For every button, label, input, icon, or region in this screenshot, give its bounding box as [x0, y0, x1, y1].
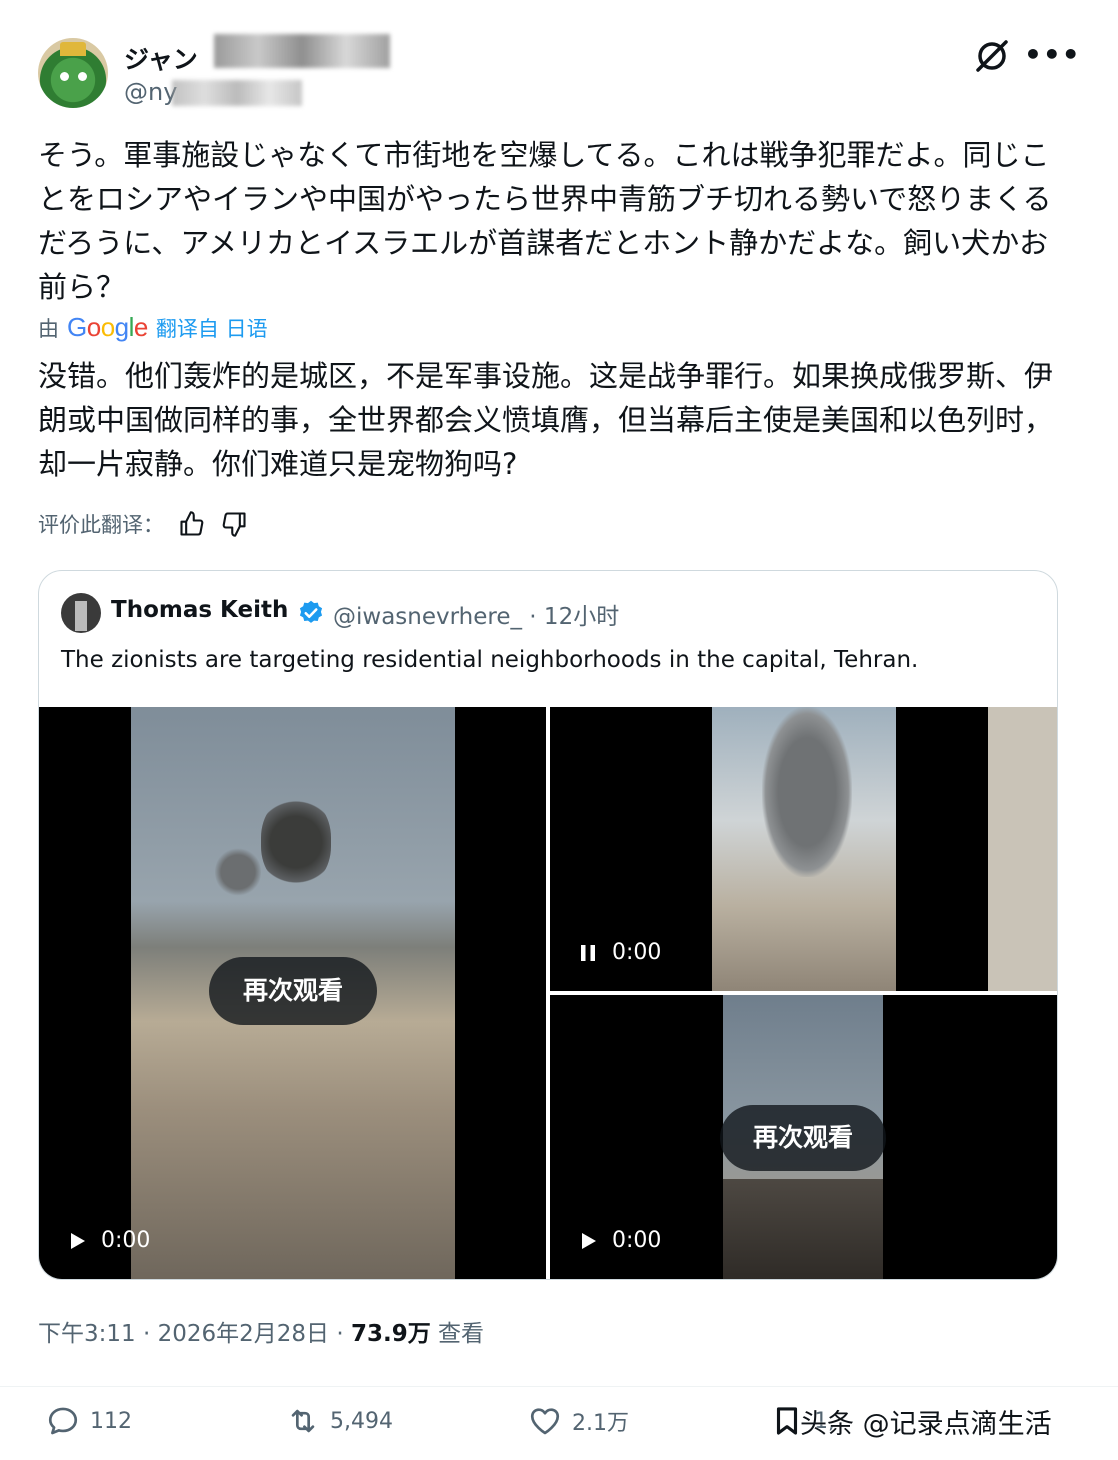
play-icon[interactable]: [67, 1231, 87, 1251]
author-display-name[interactable]: ジャン: [124, 40, 198, 76]
divider: [0, 1386, 1118, 1387]
avatar-eye: [78, 72, 87, 81]
more-dots-icon[interactable]: •••: [1024, 38, 1081, 71]
video-controls: 0:00: [578, 1228, 661, 1253]
rate-translation: 评价此翻译：: [38, 509, 248, 539]
bookmark-icon: [776, 1407, 798, 1435]
translation-attribution: 由 Google 翻译自 日语: [38, 312, 268, 343]
play-icon[interactable]: [578, 1231, 598, 1251]
quoted-post-card[interactable]: Thomas Keith @iwasnevrhere_ · 12小时 The z…: [38, 570, 1058, 1280]
watch-again-button[interactable]: 再次观看: [720, 1105, 886, 1171]
like-button[interactable]: 2.1万: [528, 1404, 629, 1438]
quoted-author-avatar[interactable]: [61, 593, 101, 633]
watermark: 头条 @记录点滴生活: [800, 1409, 1052, 1440]
video-player-3[interactable]: 再次观看 0:00: [550, 995, 1057, 1279]
thumbs-up-icon[interactable]: [178, 510, 206, 538]
quoted-handle-time[interactable]: @iwasnevrhere_ · 12小时: [333, 597, 619, 631]
heart-icon: [530, 1408, 560, 1435]
view-count: 73.9万: [350, 1321, 431, 1347]
watch-again-button[interactable]: 再次观看: [209, 957, 377, 1025]
timestamp-text[interactable]: 下午3:11 · 2026年2月28日 ·: [38, 1321, 351, 1347]
video-time: 0:00: [612, 1228, 662, 1253]
reply-count: 112: [90, 1408, 132, 1434]
grok-slash-icon[interactable]: [972, 36, 1012, 76]
reply-button[interactable]: 112: [46, 1404, 132, 1438]
handle-redaction: [172, 80, 302, 106]
pause-icon[interactable]: [578, 943, 598, 963]
post-original-text: そう。軍事施設じゃなくて市街地を空爆してる。これは戦争犯罪だよ。同じことをロシア…: [38, 138, 1052, 304]
google-logo: Google: [67, 312, 148, 342]
quoted-post-text: The zionists are targeting residential n…: [61, 647, 919, 673]
video-player-2[interactable]: 0:00: [550, 707, 1057, 991]
video-time: 0:00: [101, 1228, 151, 1253]
video-player-1[interactable]: 再次观看 0:00: [39, 707, 546, 1279]
avatar-eye: [60, 72, 69, 81]
author-avatar[interactable]: [38, 38, 108, 108]
thumbs-down-icon[interactable]: [220, 510, 248, 538]
verified-badge-icon: [299, 600, 323, 623]
like-count: 2.1万: [572, 1411, 629, 1436]
reply-icon: [48, 1407, 78, 1435]
quoted-author-name[interactable]: Thomas Keith: [111, 597, 288, 623]
translated-by-label: 由: [38, 316, 59, 341]
name-redaction: [214, 34, 390, 68]
crown-icon: [60, 42, 86, 56]
video-controls: 0:00: [578, 940, 661, 965]
post-timestamp: 下午3:11 · 2026年2月28日 · 73.9万 查看: [38, 1314, 484, 1348]
views-label: 查看: [430, 1321, 485, 1347]
video-controls: 0:00: [67, 1228, 150, 1253]
repost-count: 5,494: [330, 1408, 393, 1434]
translate-from-link[interactable]: 翻译自 日语: [156, 313, 268, 343]
rate-label: 评价此翻译：: [38, 513, 164, 537]
repost-icon: [291, 1409, 315, 1433]
video-frame-window-smoke: [712, 707, 1057, 991]
post-translated-text: 没错。他们轰炸的是城区，不是军事设施。这是战争罪行。如果换成俄罗斯、伊朗或中国做…: [38, 359, 1054, 481]
video-time: 0:00: [612, 940, 662, 965]
author-handle[interactable]: @ny: [124, 78, 177, 106]
media-grid: 再次观看 0:00 0:00 再次观看 0:00: [39, 707, 1057, 1279]
repost-button[interactable]: 5,494: [286, 1404, 393, 1438]
